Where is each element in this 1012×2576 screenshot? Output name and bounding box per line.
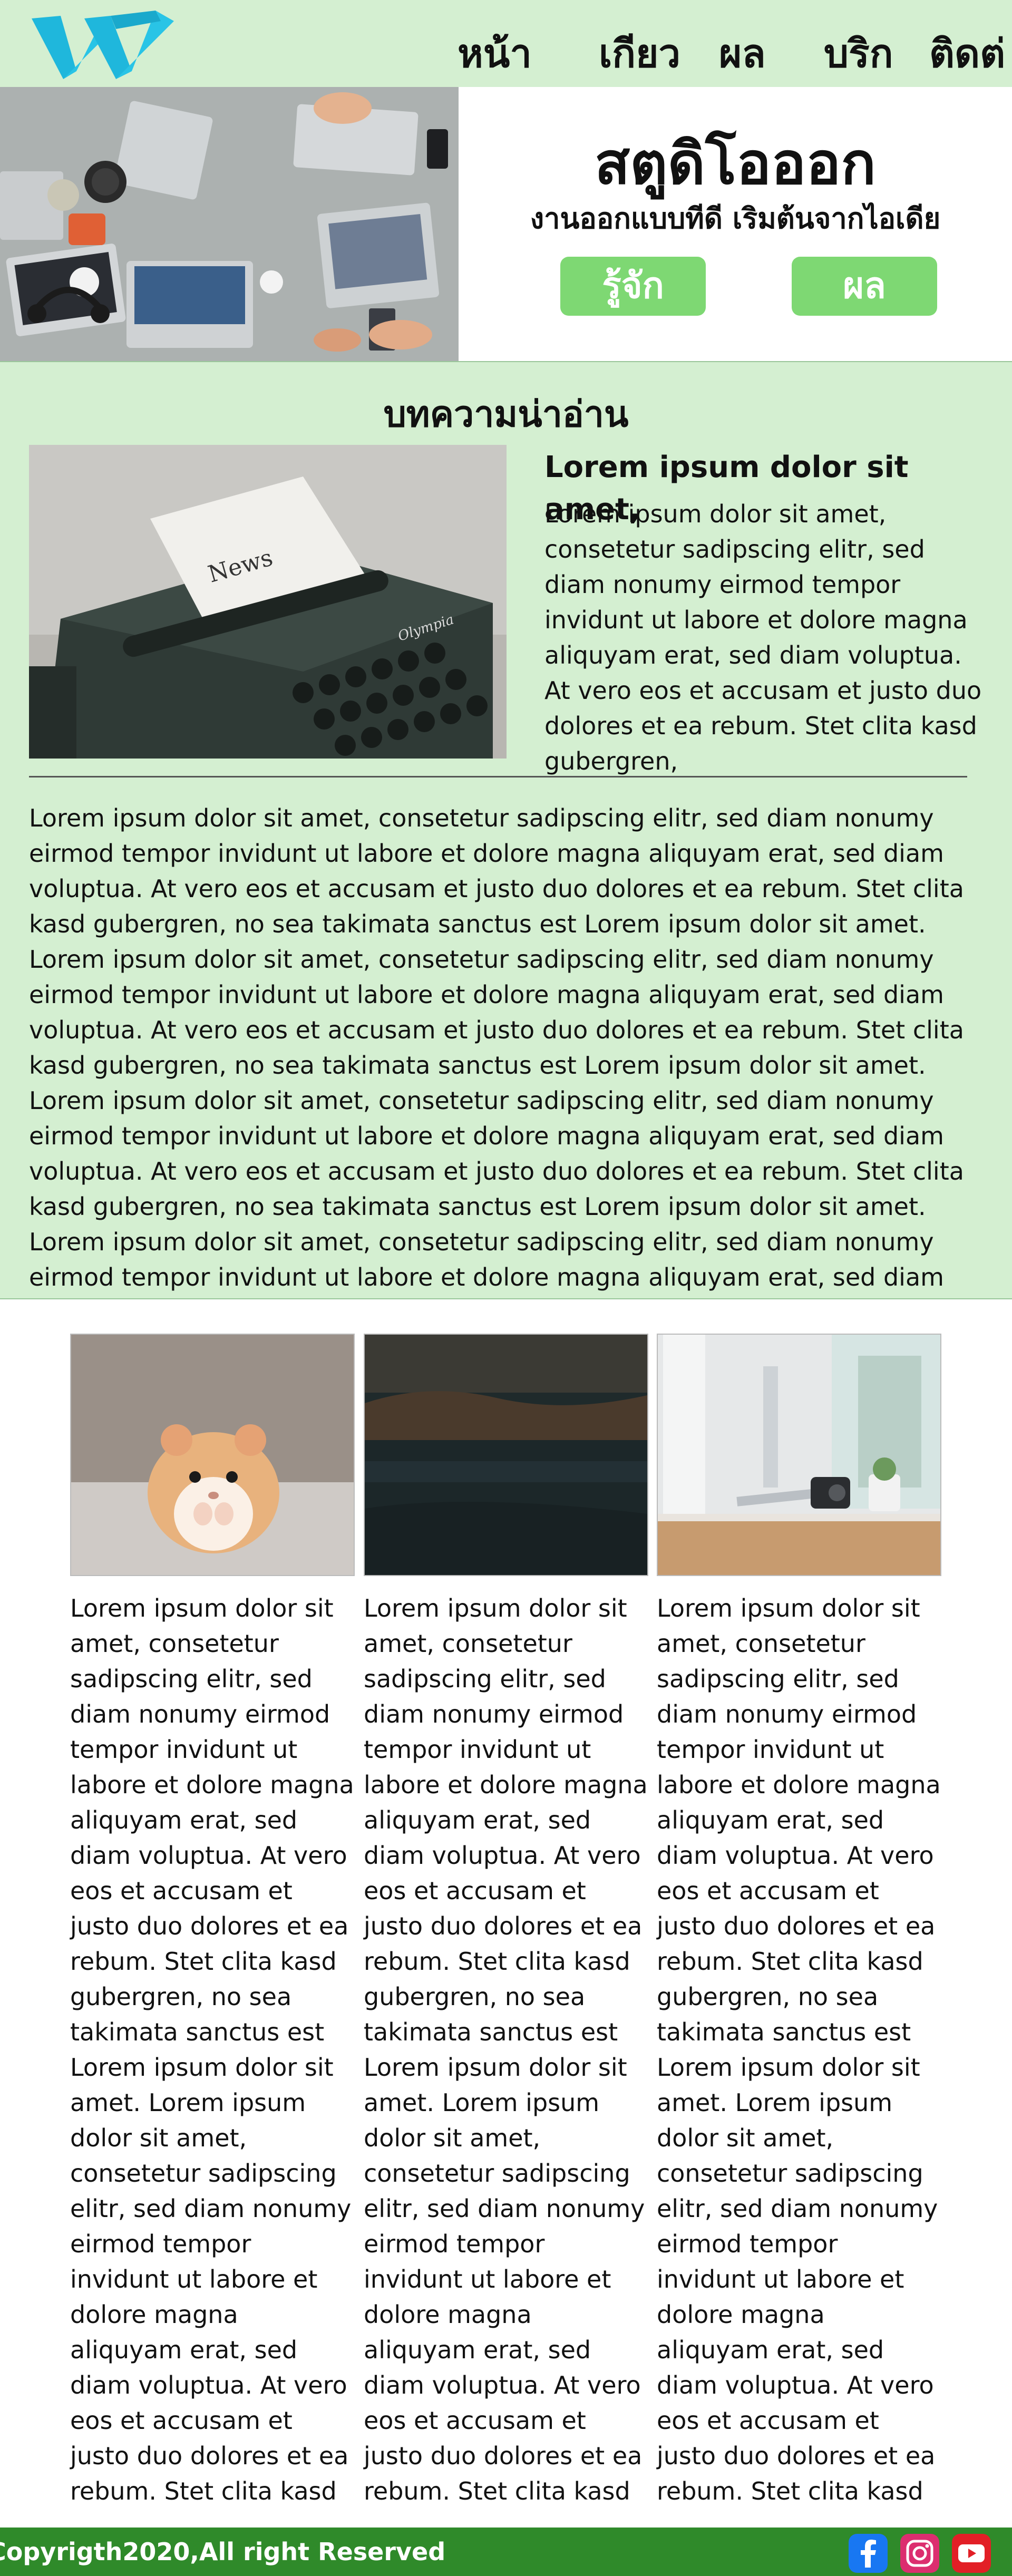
hero-title: สตูดิโอออก	[595, 130, 876, 197]
articles-heading: บทความน่าอ่าน	[383, 394, 629, 435]
article-paragraph: Lorem ipsum dolor sit amet, consetetur s…	[29, 1086, 964, 1291]
section-divider	[29, 776, 967, 777]
featured-article-image[interactable]: News Olympia	[29, 445, 507, 759]
hero-section: สตูดิโอออก งานออกแบบทีดี เริมต้นจากไอเดี…	[0, 87, 1012, 361]
card-text: Lorem ipsum dolor sit amet, consetetur s…	[364, 1594, 648, 2505]
nav-links: หน้า เกียว ผล บริก ติดต่	[0, 0, 1012, 87]
article-paragraph: Lorem ipsum dolor sit amet, consetetur s…	[29, 804, 964, 1080]
footer: Copyrigth2020,All right Reserved	[0, 2528, 1012, 2576]
instagram-icon[interactable]	[900, 2534, 939, 2573]
article-body: Lorem ipsum dolor sit amet, consetetur s…	[29, 801, 983, 1298]
hero-image	[0, 87, 459, 361]
about-button[interactable]: รู้จัก	[560, 257, 706, 316]
featured-article-text: Lorem ipsum dolor sit amet, consetetur s…	[544, 500, 982, 775]
hero-subtitle: งานออกแบบทีดี เริมต้นจากไอเดีย	[530, 202, 941, 235]
youtube-icon[interactable]	[952, 2534, 991, 2573]
card-image-lake[interactable]	[364, 1334, 648, 1576]
nav-link-services[interactable]: บริก	[824, 24, 893, 83]
articles-section: บทความน่าอ่าน News Olympia Lorem ipsum d…	[0, 361, 1012, 1299]
card-text: Lorem ipsum dolor sit amet, consetetur s…	[657, 1594, 941, 2505]
card-image-desk[interactable]	[657, 1334, 941, 1576]
nav-link-about[interactable]: เกียว	[599, 24, 680, 83]
cards-section: Lorem ipsum dolor sit amet, consetetur s…	[0, 1299, 1012, 2528]
nav-link-portfolio[interactable]: ผล	[719, 24, 766, 83]
nav-link-contact[interactable]: ติดต่	[929, 24, 1005, 83]
card-text: Lorem ipsum dolor sit amet, consetetur s…	[70, 1594, 354, 2505]
portfolio-button[interactable]: ผล	[792, 257, 937, 316]
navbar: หน้า เกียว ผล บริก ติดต่	[0, 0, 1012, 87]
card: Lorem ipsum dolor sit amet, consetetur s…	[657, 1334, 941, 2509]
footer-copyright: Copyrigth2020,All right Reserved	[0, 2538, 446, 2566]
card-image-hamster[interactable]	[70, 1334, 355, 1576]
facebook-icon[interactable]	[849, 2534, 888, 2573]
nav-link-home[interactable]: หน้า	[458, 24, 532, 83]
card: Lorem ipsum dolor sit amet, consetetur s…	[70, 1334, 355, 2509]
card: Lorem ipsum dolor sit amet, consetetur s…	[364, 1334, 648, 2509]
